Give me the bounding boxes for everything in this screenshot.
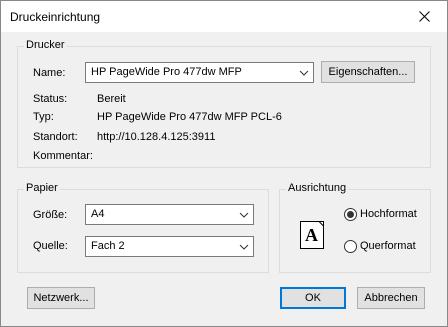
paper-source-value: Fach 2 [91, 240, 125, 252]
landscape-label[interactable]: Querformat [360, 240, 416, 252]
radio-selected-dot [347, 211, 354, 218]
landscape-radio[interactable] [344, 240, 357, 253]
title-bar: Druckeinrichtung [1, 1, 447, 32]
orientation-group-label: Ausrichtung [286, 182, 349, 194]
chevron-down-icon [299, 70, 309, 76]
portrait-label[interactable]: Hochformat [360, 208, 417, 220]
type-value: HP PageWide Pro 477dw MFP PCL-6 [97, 111, 282, 123]
printer-name-select[interactable]: HP PageWide Pro 477dw MFP [85, 62, 314, 83]
printer-group-label: Drucker [24, 39, 67, 51]
print-setup-dialog: Druckeinrichtung Drucker Name: HP PageWi… [0, 0, 448, 327]
printer-name-value: HP PageWide Pro 477dw MFP [91, 66, 242, 78]
page-glyph: A [305, 225, 318, 245]
location-value: http://10.128.4.125:3911 [97, 131, 216, 143]
close-icon [419, 11, 430, 22]
printer-name-label: Name: [33, 67, 66, 79]
paper-source-select[interactable]: Fach 2 [85, 236, 254, 257]
portrait-radio[interactable] [344, 208, 357, 221]
paper-size-select[interactable]: A4 [85, 204, 254, 225]
close-button[interactable] [402, 1, 447, 32]
status-value: Bereit [97, 93, 126, 105]
ok-button[interactable]: OK [280, 287, 346, 309]
paper-group-label: Papier [24, 182, 60, 194]
paper-source-label: Quelle: [33, 240, 68, 252]
status-label: Status: [33, 93, 68, 105]
location-label: Standort: [33, 131, 78, 143]
paper-size-value: A4 [91, 208, 105, 220]
page-portrait-icon: A [300, 221, 324, 249]
dialog-title: Druckeinrichtung [10, 10, 101, 24]
paper-size-label: Größe: [33, 209, 68, 221]
properties-button[interactable]: Eigenschaften... [321, 61, 415, 83]
network-button[interactable]: Netzwerk... [27, 287, 95, 309]
paper-group: Papier [17, 182, 269, 273]
chevron-down-icon [239, 212, 249, 218]
type-label: Typ: [33, 111, 54, 123]
chevron-down-icon [239, 244, 249, 250]
comment-label: Kommentar: [33, 150, 93, 162]
cancel-button[interactable]: Abbrechen [357, 287, 425, 309]
